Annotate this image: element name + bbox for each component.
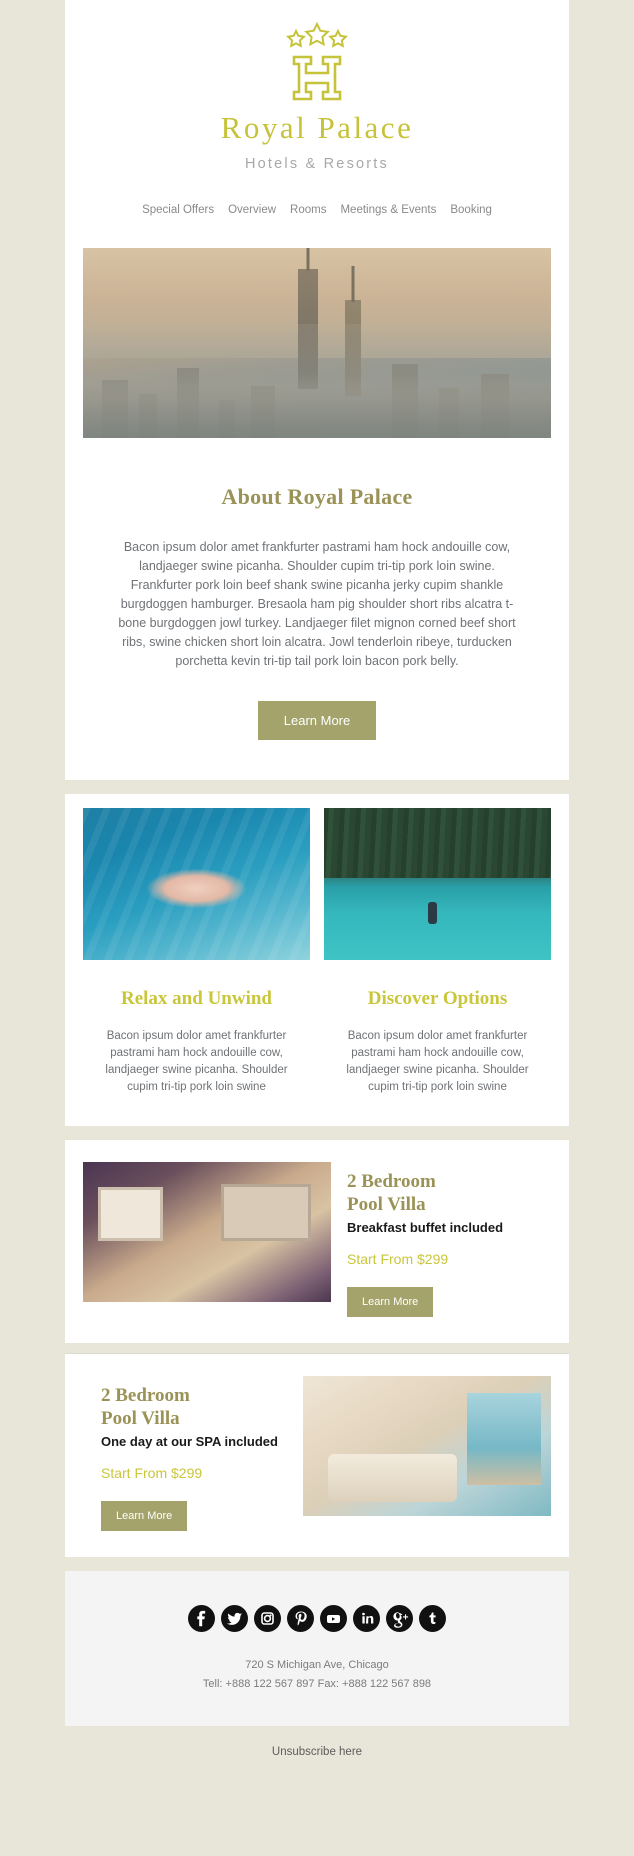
room-image-1 (83, 1162, 331, 1302)
feature-heading-relax: Relax and Unwind (121, 988, 272, 1009)
brand-tagline: Hotels & Resorts (245, 156, 389, 172)
features-section: Relax and Unwind Bacon ipsum dolor amet … (65, 794, 569, 1126)
tumblr-icon[interactable] (419, 1605, 446, 1632)
room-card-1-body: 2 Bedroom Pool Villa Breakfast buffet in… (331, 1162, 551, 1317)
feature-card-discover: Discover Options Bacon ipsum dolor amet … (324, 808, 551, 1096)
room-price-1: Start From $299 (347, 1251, 449, 1267)
section-divider (65, 780, 569, 794)
nav-item-rooms[interactable]: Rooms (283, 204, 333, 216)
room-title-1-line2: Pool Villa (347, 1194, 426, 1215)
room-title-1-line1: 2 Bedroom (347, 1171, 436, 1192)
about-body: Bacon ipsum dolor amet frankfurter pastr… (118, 540, 516, 668)
nav-item-overview[interactable]: Overview (221, 204, 283, 216)
room-title-2-line2: Pool Villa (101, 1408, 180, 1429)
feature-body-discover: Bacon ipsum dolor amet frankfurter pastr… (346, 1030, 529, 1093)
hero-image (83, 248, 551, 438)
twitter-icon[interactable] (221, 1605, 248, 1632)
email-container: Royal Palace Hotels & Resorts Special Of… (65, 0, 569, 1726)
feature-image-lake (324, 808, 551, 960)
room-subtitle-1: Breakfast buffet included (347, 1220, 504, 1235)
section-divider (65, 1557, 569, 1571)
room-learn-more-button-2[interactable]: Learn More (101, 1501, 188, 1531)
pinterest-icon[interactable] (287, 1605, 314, 1632)
room-price-2: Start From $299 (101, 1465, 203, 1481)
section-divider (65, 1126, 569, 1140)
nav-item-booking[interactable]: Booking (443, 204, 499, 216)
room-card-1: 2 Bedroom Pool Villa Breakfast buffet in… (65, 1140, 569, 1343)
feature-body-relax: Bacon ipsum dolor amet frankfurter pastr… (105, 1030, 288, 1093)
room-image-2 (303, 1376, 551, 1516)
room-button-wrap-2: Learn More (101, 1501, 287, 1531)
room-title-2: 2 Bedroom Pool Villa (101, 1384, 287, 1430)
email-header: Royal Palace Hotels & Resorts Special Of… (65, 0, 569, 242)
unsubscribe-bar: Unsubscribe here (0, 1726, 634, 1778)
brand-name: Royal Palace (220, 110, 414, 145)
section-divider (65, 1343, 569, 1353)
room-subtitle-2: One day at our SPA included (101, 1434, 278, 1449)
footer-contact: Tell: +888 122 567 897 Fax: +888 122 567… (202, 1678, 432, 1690)
room-title-2-line1: 2 Bedroom (101, 1385, 190, 1406)
about-heading: About Royal Palace (221, 484, 413, 509)
youtube-icon[interactable] (320, 1605, 347, 1632)
feature-card-relax: Relax and Unwind Bacon ipsum dolor amet … (83, 808, 310, 1096)
about-section: About Royal Palace Bacon ipsum dolor ame… (65, 438, 569, 780)
nav-item-meetings-events[interactable]: Meetings & Events (333, 204, 443, 216)
brand-logo[interactable] (267, 22, 367, 102)
nav-item-special-offers[interactable]: Special Offers (135, 204, 221, 216)
email-page: Royal Palace Hotels & Resorts Special Of… (0, 0, 634, 1856)
instagram-icon[interactable] (254, 1605, 281, 1632)
googleplus-icon[interactable] (386, 1605, 413, 1632)
social-links (83, 1605, 551, 1632)
room-button-wrap-1: Learn More (347, 1287, 551, 1317)
room-title-1: 2 Bedroom Pool Villa (347, 1170, 551, 1216)
feature-image-pool (83, 808, 310, 960)
room-card-2: 2 Bedroom Pool Villa One day at our SPA … (65, 1353, 569, 1557)
about-learn-more-button[interactable]: Learn More (257, 701, 377, 740)
main-nav: Special Offers Overview Rooms Meetings &… (65, 204, 569, 216)
linkedin-icon[interactable] (353, 1605, 380, 1632)
feature-heading-discover: Discover Options (367, 988, 508, 1009)
room-card-2-body: 2 Bedroom Pool Villa One day at our SPA … (83, 1376, 303, 1531)
hero-fog (83, 324, 551, 438)
room-learn-more-button-1[interactable]: Learn More (347, 1287, 434, 1317)
email-footer: 720 S Michigan Ave, Chicago Tell: +888 1… (65, 1571, 569, 1726)
h-monogram-icon (292, 55, 342, 101)
unsubscribe-link[interactable]: Unsubscribe here (272, 1746, 362, 1758)
footer-address: 720 S Michigan Ave, Chicago (245, 1659, 389, 1671)
hero-section (65, 242, 569, 438)
three-stars-icon (286, 22, 348, 48)
facebook-icon[interactable] (188, 1605, 215, 1632)
